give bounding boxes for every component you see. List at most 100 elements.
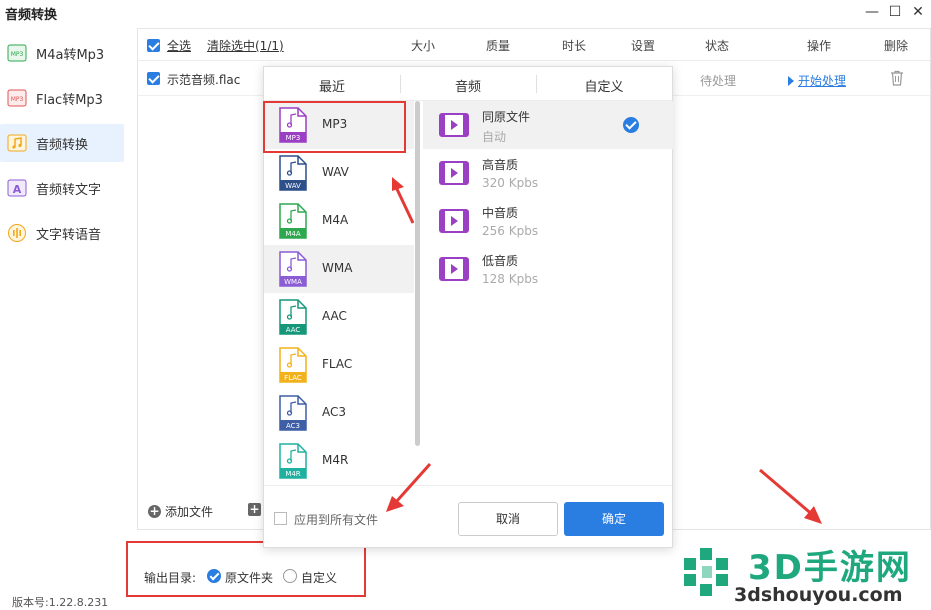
audio-file-icon: M4A — [278, 203, 308, 239]
app-title: 音频转换 — [5, 8, 58, 23]
popup-tabs: 最近 音频 自定义 — [264, 67, 672, 101]
watermark: 3D手游网 3dshouyou.com — [676, 540, 931, 610]
video-file-icon — [439, 209, 469, 236]
radio-custom[interactable] — [283, 569, 297, 583]
sidebar-item-audio-to-text[interactable]: A 音频转文字 — [0, 169, 124, 207]
row-checkbox[interactable] — [147, 72, 160, 85]
selected-check-icon — [623, 117, 639, 133]
format-item-aac[interactable]: AAC AAC — [264, 293, 414, 341]
radio-original-folder-label[interactable]: 原文件夹 — [225, 569, 273, 586]
quality-item-high[interactable]: 高音质 320 Kpbs — [423, 149, 673, 197]
play-icon — [788, 76, 794, 86]
format-item-ac3[interactable]: AC3 AC3 — [264, 389, 414, 437]
output-directory: 输出目录: 原文件夹 自定义 — [126, 541, 366, 597]
quality-title: 中音质 — [482, 206, 519, 220]
audio-to-text-icon: A — [7, 178, 27, 198]
maximize-button[interactable]: ☐ — [885, 3, 905, 21]
format-name: WAV — [322, 165, 349, 179]
quality-title: 高音质 — [482, 158, 519, 172]
sidebar-item-flac-to-mp3[interactable]: MP3 Flac转Mp3 — [0, 79, 124, 117]
svg-text:MP3: MP3 — [11, 51, 24, 58]
confirm-button[interactable]: 确定 — [564, 502, 664, 536]
format-item-wma[interactable]: WMA WMA — [264, 245, 414, 293]
audio-file-icon: WAV — [278, 155, 308, 191]
table-header: 全选 清除选中(1/1) 大小 质量 时长 设置 状态 操作 删除 — [138, 29, 930, 61]
sidebar-item-text-to-speech[interactable]: 文字转语音 — [0, 214, 124, 252]
column-quality: 质量 — [486, 39, 511, 53]
svg-text:WAV: WAV — [285, 182, 301, 190]
status-text: 待处理 — [700, 74, 737, 88]
column-settings: 设置 — [631, 39, 656, 53]
cancel-button[interactable]: 取消 — [458, 502, 558, 536]
minimize-button[interactable]: — — [862, 3, 882, 21]
format-name: WMA — [322, 261, 353, 275]
svg-text:MP3: MP3 — [11, 96, 24, 103]
sidebar-item-m4a-to-mp3[interactable]: MP3 M4a转Mp3 — [0, 34, 124, 72]
watermark-brand: 3D手游网 — [748, 548, 912, 588]
format-item-flac[interactable]: FLAC FLAC — [264, 341, 414, 389]
sidebar-item-label: 音频转文字 — [36, 182, 102, 198]
column-size: 大小 — [411, 39, 436, 53]
svg-text:WMA: WMA — [284, 278, 302, 286]
plus-icon: + — [148, 504, 161, 518]
format-list: MP3 MP3 WAV WAV M4A M4A WMA WMA AAC AAC FLAC FLAC AC… — [264, 101, 420, 485]
sidebar-item-label: 文字转语音 — [36, 227, 102, 243]
format-name: M4A — [322, 213, 349, 227]
tab-custom[interactable]: 自定义 — [536, 76, 672, 95]
add-folder-icon[interactable]: + — [248, 503, 261, 516]
audio-file-icon: WMA — [278, 251, 308, 287]
add-file-button[interactable]: + 添加文件 — [148, 503, 213, 520]
format-list-scrollbar[interactable] — [415, 101, 420, 446]
video-file-icon — [439, 113, 469, 140]
apply-all-checkbox[interactable] — [274, 512, 287, 525]
start-process-link[interactable]: 开始处理 — [788, 72, 846, 89]
select-all-link[interactable]: 全选 — [167, 37, 191, 54]
apply-all-label[interactable]: 应用到所有文件 — [294, 511, 378, 528]
svg-text:M4R: M4R — [285, 470, 300, 478]
annotation-arrow-apply — [386, 462, 432, 512]
flac-to-mp3-icon: MP3 — [7, 88, 27, 108]
trash-icon[interactable] — [890, 70, 904, 89]
close-button[interactable]: ✕ — [908, 3, 928, 21]
column-status: 状态 — [705, 39, 730, 53]
audio-file-icon: AAC — [278, 299, 308, 335]
clear-selected-link[interactable]: 清除选中(1/1) — [207, 37, 284, 54]
tab-recent[interactable]: 最近 — [264, 76, 400, 95]
svg-text:FLAC: FLAC — [284, 374, 302, 382]
quality-item-original[interactable]: 同原文件 自动 — [423, 101, 673, 149]
tab-audio[interactable]: 音频 — [400, 76, 536, 95]
m4a-to-mp3-icon: MP3 — [7, 43, 27, 63]
quality-subtitle: 自动 — [482, 130, 507, 144]
column-delete: 删除 — [884, 39, 909, 53]
audio-file-icon: AC3 — [278, 395, 308, 431]
format-name: AC3 — [322, 405, 347, 419]
svg-text:AC3: AC3 — [286, 422, 300, 430]
watermark-url: 3dshouyou.com — [734, 584, 903, 606]
sidebar-item-label: Flac转Mp3 — [36, 92, 103, 108]
radio-original-folder[interactable] — [207, 569, 221, 583]
quality-item-low[interactable]: 低音质 128 Kpbs — [423, 245, 673, 293]
column-duration: 时长 — [562, 39, 587, 53]
select-all-checkbox[interactable] — [147, 39, 160, 52]
svg-text:AAC: AAC — [286, 326, 301, 334]
format-name: M4R — [322, 453, 349, 467]
column-operation: 操作 — [807, 39, 832, 53]
quality-list: 同原文件 自动 高音质 320 Kpbs 中音质 256 Kpbs 低音质 12… — [423, 101, 673, 485]
quality-subtitle: 128 Kpbs — [482, 272, 539, 286]
sidebar-item-audio-convert[interactable]: 音频转换 — [0, 124, 124, 162]
svg-text:A: A — [13, 183, 22, 196]
popup-footer: 应用到所有文件 取消 确定 — [264, 485, 672, 549]
audio-convert-icon — [7, 133, 27, 153]
start-process-label: 开始处理 — [798, 74, 847, 88]
highlight-box — [263, 101, 406, 153]
quality-title: 低音质 — [482, 254, 519, 268]
quality-item-medium[interactable]: 中音质 256 Kpbs — [423, 197, 673, 245]
quality-subtitle: 320 Kpbs — [482, 176, 539, 190]
watermark-logo-icon — [684, 548, 728, 596]
quality-subtitle: 256 Kpbs — [482, 224, 539, 238]
output-label: 输出目录: — [144, 571, 197, 585]
sidebar-item-label: M4a转Mp3 — [36, 47, 105, 63]
radio-custom-label[interactable]: 自定义 — [301, 569, 337, 586]
add-file-label: 添加文件 — [165, 505, 214, 519]
sidebar: MP3 M4a转Mp3 MP3 Flac转Mp3 音频转换 A 音频转文字 文字… — [0, 26, 130, 610]
